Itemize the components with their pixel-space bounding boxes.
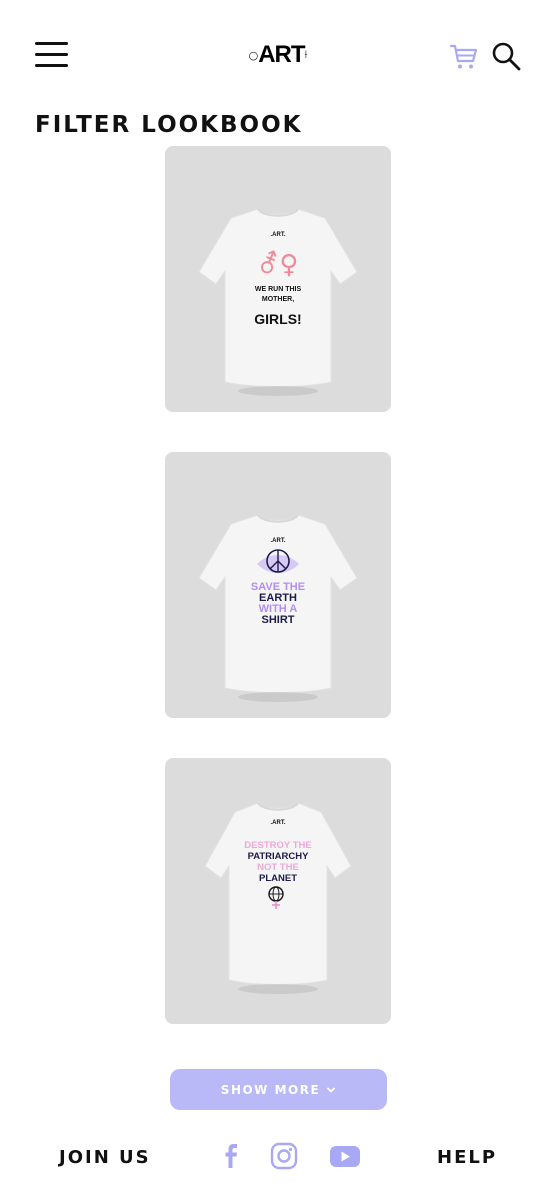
product-card[interactable]: .ART. ☮ SAVE THE EARTH WITH A SHIRT	[165, 452, 391, 718]
logo-prefix: ○	[248, 48, 259, 62]
chevron-down-icon	[327, 1087, 336, 1092]
join-us-link[interactable]: JOIN US	[59, 1147, 151, 1168]
help-link[interactable]: HELP	[437, 1147, 497, 1168]
shirt-text-line: NOT THE	[257, 862, 299, 873]
peace-icon: ☮	[165, 548, 391, 549]
page-title: FILTER LOOKBOOK	[35, 112, 303, 138]
footer: JOIN US HELP	[0, 1130, 555, 1185]
hamburger-menu-icon[interactable]	[35, 42, 68, 68]
shirt-text-line: DESTROY THE	[244, 840, 312, 851]
facebook-icon[interactable]	[216, 1140, 248, 1172]
cart-icon[interactable]	[448, 40, 480, 72]
search-icon[interactable]	[490, 40, 522, 72]
shirt-text-line: GIRLS!	[254, 311, 302, 327]
logo-suffix: ⟊	[304, 48, 308, 61]
shirt-shadow	[238, 692, 318, 702]
brand-logo[interactable]: ○ ART ⟊	[238, 40, 318, 70]
shirt-shadow	[238, 386, 318, 396]
product-card[interactable]: .ART. ⚦♀ WE RUN THIS MOTHER, GIRLS!	[165, 146, 391, 412]
youtube-icon[interactable]	[328, 1140, 360, 1172]
shirt-brand: .ART.	[270, 232, 286, 238]
show-more-button[interactable]: SHOW MORE	[170, 1069, 387, 1110]
instagram-icon[interactable]	[268, 1140, 300, 1172]
gender-symbol-icon: ⚦♀	[257, 250, 299, 280]
product-list: .ART. ⚦♀ WE RUN THIS MOTHER, GIRLS! .ART…	[165, 146, 391, 1064]
product-card[interactable]: .ART. ♀ DESTROY THE PATRIARCHY NOT THE P…	[165, 758, 391, 1024]
logo-text: ART	[258, 41, 305, 68]
shirt-brand: .ART.	[270, 538, 286, 544]
shirt-text-line: SHIRT	[261, 614, 295, 626]
shirt-shadow	[238, 984, 318, 994]
show-more-label: SHOW MORE	[220, 1082, 321, 1097]
shirt-brand: .ART.	[270, 820, 286, 826]
shirt-text-line: PATRIARCHY	[247, 851, 309, 862]
header: ○ ART ⟊	[0, 0, 555, 110]
shirt-text-line: WE RUN THIS	[254, 286, 302, 293]
shirt-text-line: MOTHER,	[261, 296, 295, 303]
shirt-text-line: PLANET	[259, 873, 297, 884]
